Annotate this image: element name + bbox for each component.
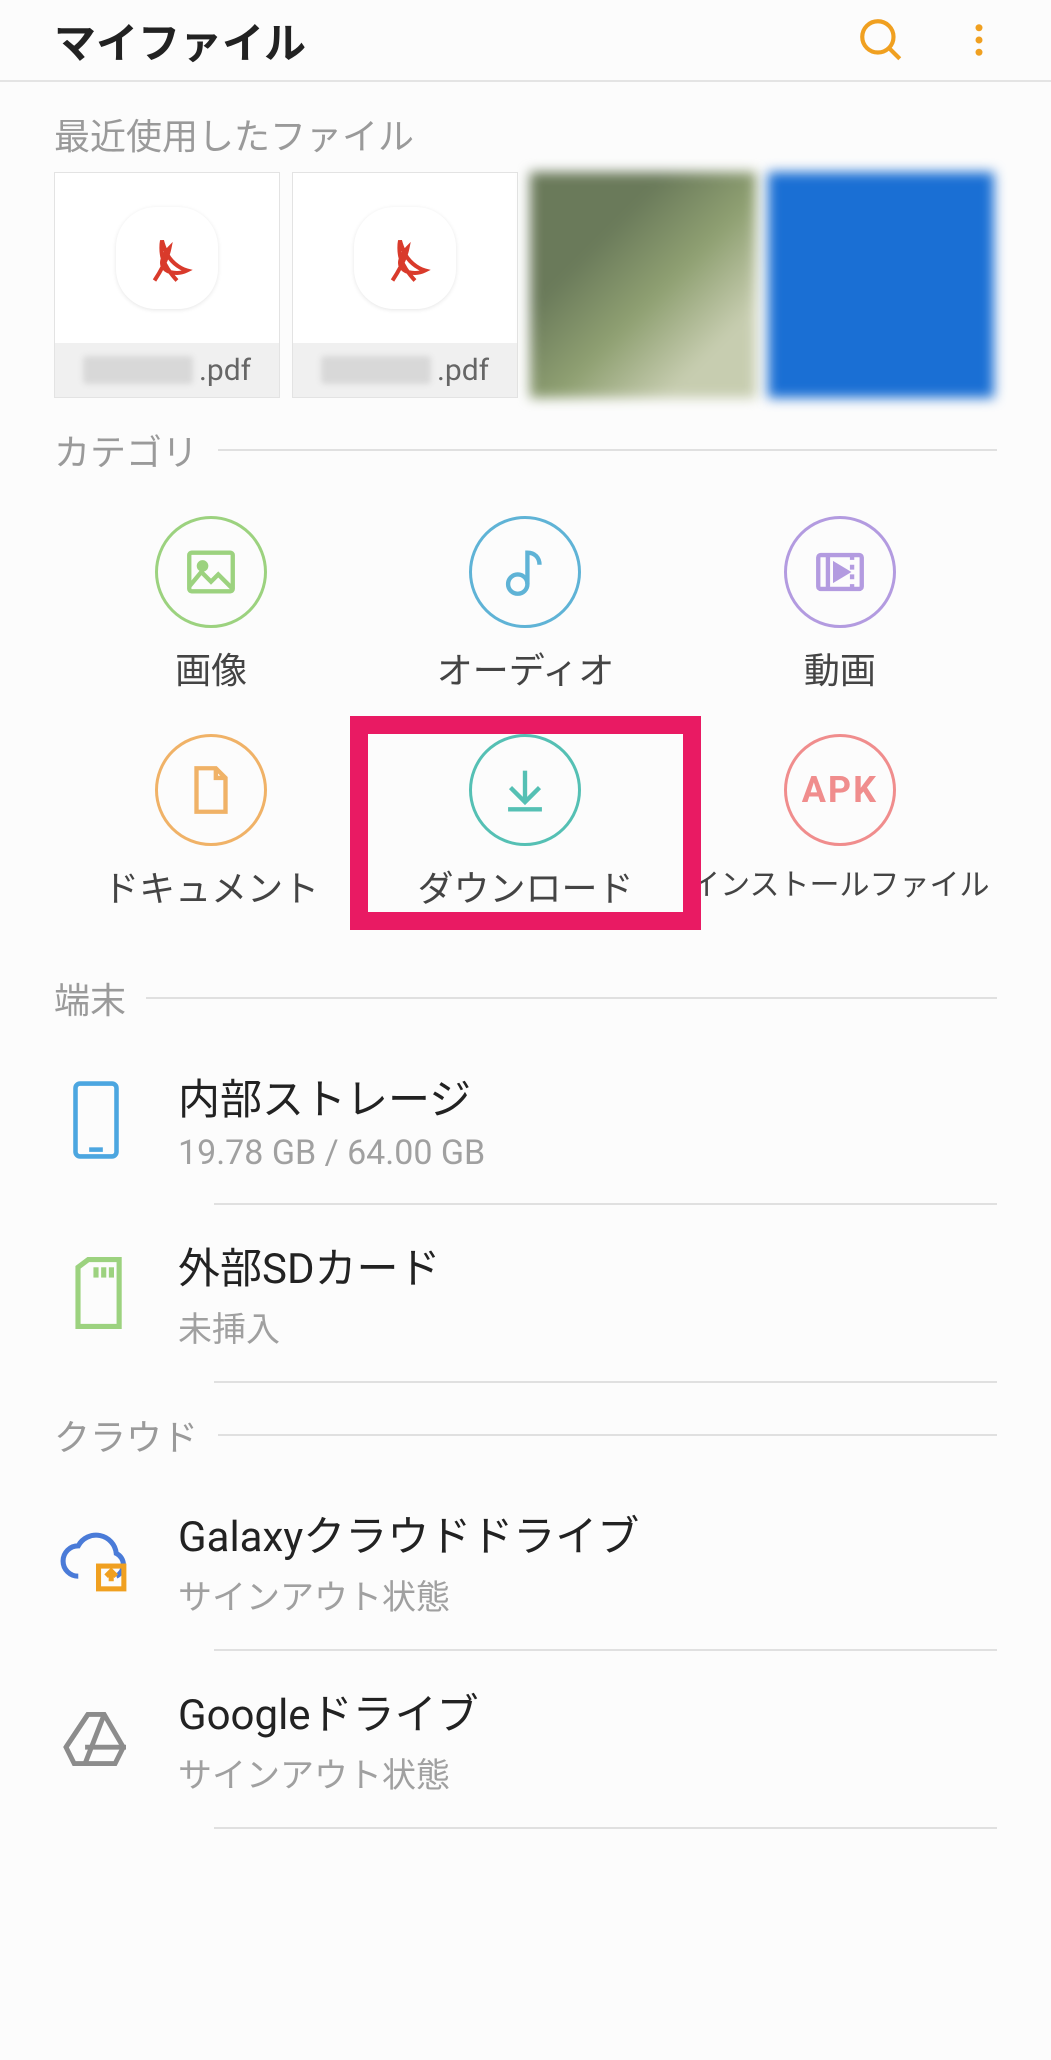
audio-icon: [469, 516, 581, 628]
pdf-app-icon: [116, 207, 218, 309]
sd-card-icon: [54, 1257, 138, 1329]
category-video[interactable]: 動画: [683, 516, 997, 694]
recent-file-image[interactable]: [530, 172, 756, 398]
more-vert-icon: [958, 19, 1000, 61]
more-button[interactable]: [945, 6, 1013, 74]
category-documents[interactable]: ドキュメント: [54, 734, 368, 912]
category-images[interactable]: 画像: [54, 516, 368, 694]
recent-section: 最近使用したファイル .pdf .pdf: [0, 108, 1051, 398]
internal-storage-title: 内部ストレージ: [178, 1066, 997, 1127]
sd-card-title: 外部SDカード: [178, 1235, 997, 1296]
cloud-section: クラウド: [0, 1409, 1051, 1461]
recent-file-image[interactable]: [768, 172, 994, 398]
recent-file-pdf[interactable]: .pdf: [54, 172, 280, 398]
recent-file-name: .pdf: [55, 343, 279, 397]
images-icon: [155, 516, 267, 628]
galaxy-cloud-title: Galaxyクラウドドライブ: [178, 1503, 997, 1564]
page-title: マイファイル: [54, 10, 817, 71]
google-drive-sub: サインアウト状態: [178, 1748, 997, 1797]
categories-section: カテゴリ 画像 オーディオ 動画 ドキュメント: [0, 424, 1051, 912]
google-drive-title: Googleドライブ: [178, 1681, 997, 1742]
sd-card-sub: 未挿入: [178, 1302, 997, 1351]
internal-storage-sub: 19.78 GB / 64.00 GB: [178, 1133, 997, 1173]
cloud-label: クラウド: [54, 1409, 218, 1461]
categories-label: カテゴリ: [54, 424, 218, 476]
recent-files-row[interactable]: .pdf .pdf: [54, 172, 997, 398]
search-icon: [856, 15, 906, 65]
google-drive-icon: [54, 1709, 138, 1769]
category-downloads[interactable]: ダウンロード: [368, 734, 682, 912]
document-icon: [155, 734, 267, 846]
device-section: 端末: [0, 972, 1051, 1024]
device-label: 端末: [54, 972, 146, 1024]
app-header: マイファイル: [0, 0, 1051, 82]
pdf-app-icon: [354, 207, 456, 309]
recent-label: 最近使用したファイル: [54, 108, 434, 160]
galaxy-cloud-sub: サインアウト状態: [178, 1570, 997, 1619]
recent-file-pdf[interactable]: .pdf: [292, 172, 518, 398]
download-icon: [469, 734, 581, 846]
phone-icon: [54, 1079, 138, 1161]
sd-card-item[interactable]: 外部SDカード 未挿入: [54, 1205, 997, 1381]
category-apk[interactable]: APK インストールファイル: [683, 734, 997, 912]
search-button[interactable]: [847, 6, 915, 74]
category-audio[interactable]: オーディオ: [368, 516, 682, 694]
internal-storage-item[interactable]: 内部ストレージ 19.78 GB / 64.00 GB: [54, 1036, 997, 1203]
apk-icon: APK: [784, 734, 896, 846]
google-drive-item[interactable]: Googleドライブ サインアウト状態: [54, 1651, 997, 1827]
cloud-upload-icon: [54, 1530, 138, 1592]
galaxy-cloud-item[interactable]: Galaxyクラウドドライブ サインアウト状態: [54, 1473, 997, 1649]
recent-file-name: .pdf: [293, 343, 517, 397]
downloads-highlight: ダウンロード: [350, 716, 700, 930]
video-icon: [784, 516, 896, 628]
